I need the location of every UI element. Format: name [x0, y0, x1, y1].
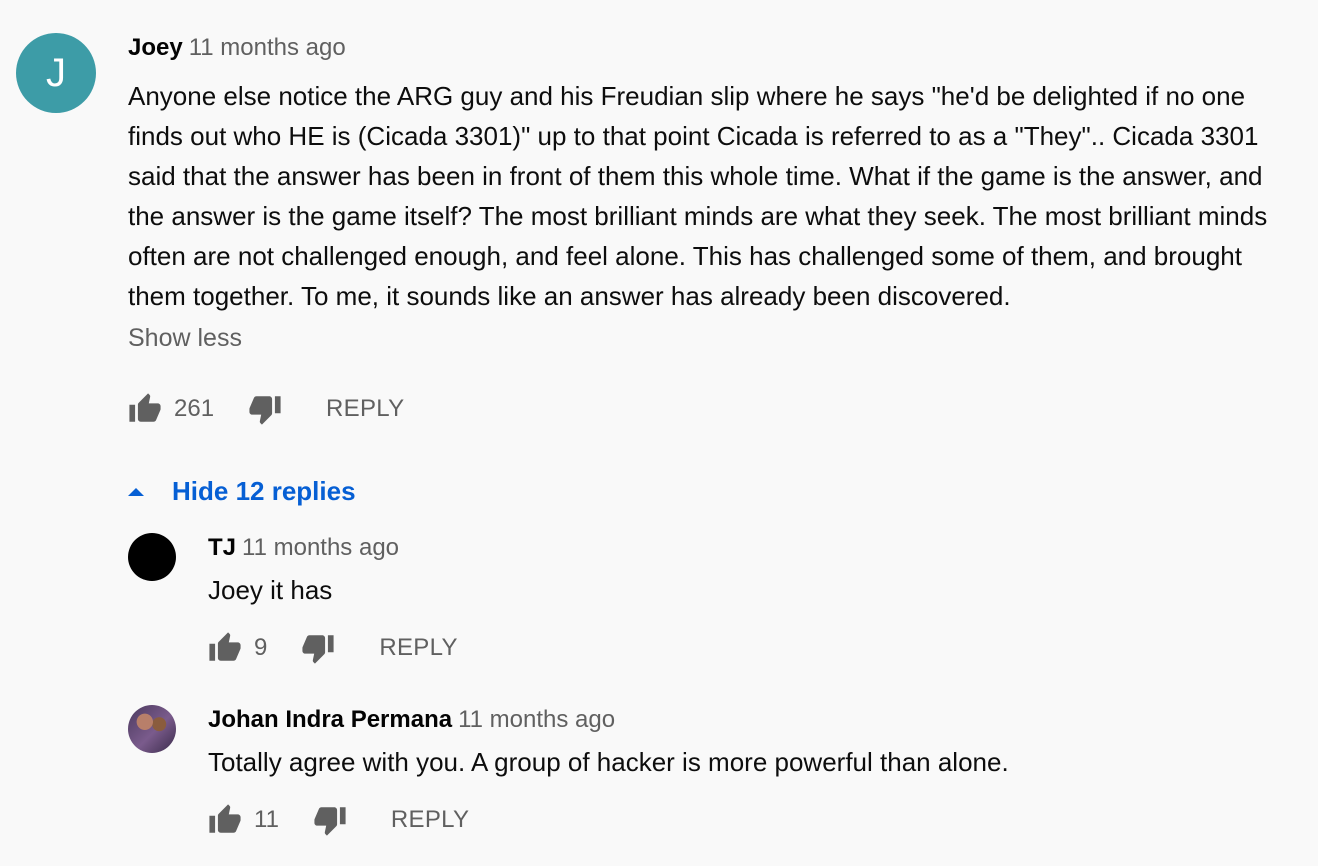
comment-header: TJ 11 months ago: [208, 533, 458, 563]
show-less-button[interactable]: Show less: [128, 324, 1288, 353]
thumbs-down-icon[interactable]: [248, 392, 282, 426]
avatar[interactable]: J: [16, 33, 96, 113]
reply-button[interactable]: REPLY: [379, 634, 457, 662]
comment-author[interactable]: Joey: [128, 34, 183, 61]
top-comment: J Joey 11 months ago Anyone else notice t…: [16, 33, 1306, 431]
thumbs-down-icon[interactable]: [301, 631, 335, 665]
thumbs-up-icon[interactable]: [208, 631, 242, 665]
comment-actions: 9 REPLY: [208, 626, 458, 670]
comment-time[interactable]: 11 months ago: [189, 34, 346, 61]
comment-author[interactable]: TJ: [208, 534, 236, 561]
reply-button[interactable]: REPLY: [391, 806, 469, 834]
avatar[interactable]: [128, 533, 176, 581]
caret-up-icon: [128, 487, 144, 496]
thumbs-up-icon[interactable]: [208, 803, 242, 837]
reply-comment: Johan Indra Permana 11 months ago Totally…: [128, 705, 1228, 842]
avatar[interactable]: [128, 705, 176, 753]
hide-replies-label: Hide 12 replies: [172, 476, 356, 506]
thumbs-down-icon[interactable]: [313, 803, 347, 837]
reply-comment: TJ 11 months ago Joey it has 9 REPLY: [128, 533, 1228, 670]
thumbs-up-icon[interactable]: [128, 392, 162, 426]
comment-text: Anyone else notice the ARG guy and his F…: [128, 81, 1268, 311]
like-count: 9: [254, 634, 268, 661]
hide-replies-button[interactable]: Hide 12 replies: [128, 476, 356, 507]
comment-header: Johan Indra Permana 11 months ago: [208, 705, 1009, 735]
comment-actions: 11 REPLY: [208, 798, 1009, 842]
comment-time[interactable]: 11 months ago: [458, 706, 615, 733]
comment-thread: J Joey 11 months ago Anyone else notice t…: [0, 0, 1318, 866]
avatar-letter: J: [46, 50, 66, 95]
comment-text: Joey it has: [208, 575, 333, 605]
comment-author[interactable]: Johan Indra Permana: [208, 706, 452, 733]
comment-header: Joey 11 months ago: [128, 33, 1288, 63]
like-count: 261: [174, 395, 215, 422]
like-count: 11: [254, 806, 279, 833]
comment-time[interactable]: 11 months ago: [242, 534, 399, 561]
comment-text: Totally agree with you. A group of hacke…: [208, 747, 1009, 777]
comment-actions: 261 REPLY: [128, 387, 1288, 431]
reply-button[interactable]: REPLY: [326, 395, 404, 423]
